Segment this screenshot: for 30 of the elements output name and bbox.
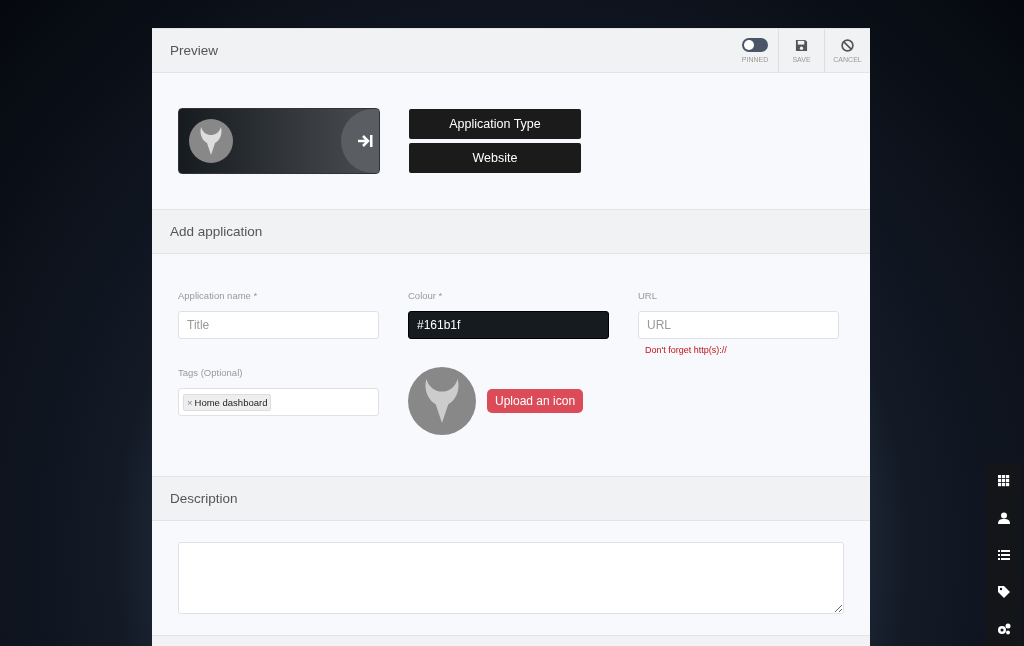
prohibited-sign-icon — [841, 38, 854, 52]
field-label: Tags (Optional) — [178, 367, 244, 378]
name-field[interactable]: Title — [178, 311, 379, 339]
tags-field[interactable]: × Home dashboard — [178, 388, 379, 416]
description-field[interactable] — [178, 542, 844, 614]
tag-icon — [998, 586, 1010, 598]
colour-field[interactable]: #161b1f — [408, 311, 609, 339]
tag-chip[interactable]: × Home dashboard — [183, 393, 272, 411]
tag-dock-button[interactable] — [986, 574, 1022, 610]
field-label: Colour * — [408, 290, 444, 301]
grid-icon — [998, 475, 1010, 487]
gears-dock-button[interactable] — [986, 611, 1022, 646]
url-field[interactable]: URL — [638, 311, 839, 339]
preview-button[interactable]: Application Type — [409, 109, 581, 139]
preview-button[interactable]: Website — [409, 143, 581, 173]
upload-button[interactable]: Upload an icon — [487, 389, 584, 413]
list-icon — [998, 549, 1010, 561]
field-label: URL — [638, 290, 658, 301]
app-tile[interactable] — [178, 108, 380, 174]
gears-icon — [997, 623, 1011, 635]
section-title: Preview — [169, 43, 218, 58]
arrow-to-line-icon[interactable] — [341, 109, 379, 173]
user-dock-button[interactable] — [986, 500, 1022, 536]
list-dock-button[interactable] — [986, 537, 1022, 573]
field-label: Application name * — [178, 290, 259, 301]
user-icon — [998, 512, 1010, 524]
grid-dock-button[interactable] — [986, 463, 1022, 499]
url-hint: Don't forget http(s):// — [644, 345, 728, 355]
section-title: Description — [169, 491, 238, 506]
section-title: Add application — [169, 224, 263, 239]
